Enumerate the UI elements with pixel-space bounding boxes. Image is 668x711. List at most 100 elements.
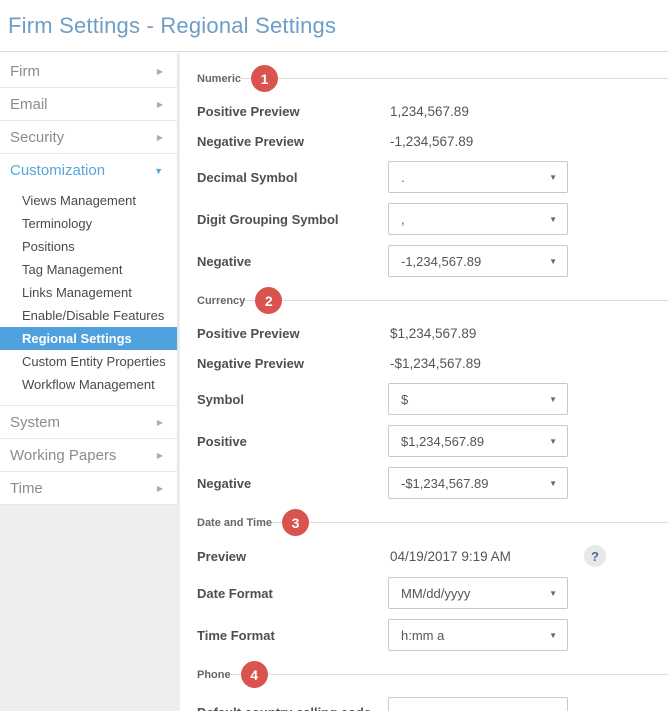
step-number-badge: 4 — [241, 661, 268, 688]
chevron-right-icon: ▶ — [157, 484, 163, 493]
positive-select[interactable]: $1,234,567.89 ▼ — [388, 425, 568, 457]
chevron-down-icon: ▼ — [549, 395, 557, 404]
form-row: Digit Grouping Symbol , ▼ — [197, 203, 668, 235]
form-row: Positive Preview $1,234,567.89 — [197, 323, 668, 343]
form-row: Negative Preview -1,234,567.89 — [197, 131, 668, 151]
field-label: Negative — [197, 254, 388, 269]
section-numeric: Numeric 1 Positive Preview 1,234,567.89 … — [197, 65, 668, 277]
sidebar-item-firm[interactable]: Firm ▶ — [0, 55, 177, 88]
chevron-right-icon: ▶ — [157, 133, 163, 142]
select-value: -1,234,567.89 — [401, 254, 481, 269]
default-country-calling-code-input[interactable] — [388, 697, 568, 711]
sidebar-subnav: Views ManagementTerminologyPositionsTag … — [0, 187, 177, 406]
chevron-down-icon: ▼ — [154, 166, 163, 176]
step-number-badge: 1 — [251, 65, 278, 92]
sidebar-item-links-management[interactable]: Links Management — [0, 281, 177, 304]
sidebar-rail: Firm ▶ Email ▶ Security ▶ Customization … — [0, 53, 180, 711]
negative-select[interactable]: -$1,234,567.89 ▼ — [388, 467, 568, 499]
chevron-down-icon: ▼ — [549, 257, 557, 266]
field-label: Decimal Symbol — [197, 170, 388, 185]
step-number-badge: 3 — [282, 509, 309, 536]
step-number-badge: 2 — [255, 287, 282, 314]
section-header: Date and Time 3 — [197, 509, 668, 536]
sidebar-item-tag-management[interactable]: Tag Management — [0, 258, 177, 281]
section-rows: Positive Preview $1,234,567.89 Negative … — [197, 323, 668, 499]
section-legend: Numeric — [197, 73, 241, 85]
sidebar-item-label: Security — [10, 129, 64, 146]
section-header: Currency 2 — [197, 287, 668, 314]
form-row: Time Format h:mm a ▼ — [197, 619, 668, 651]
section-legend: Currency — [197, 295, 245, 307]
form-row: Date Format MM/dd/yyyy ▼ — [197, 577, 668, 609]
sidebar-item-label: Customization — [10, 162, 105, 179]
field-label: Digit Grouping Symbol — [197, 212, 388, 227]
field-label: Preview — [197, 549, 388, 564]
decimal-symbol-select[interactable]: . ▼ — [388, 161, 568, 193]
date-format-select[interactable]: MM/dd/yyyy ▼ — [388, 577, 568, 609]
time-format-select[interactable]: h:mm a ▼ — [388, 619, 568, 651]
form-row: Default country calling code — [197, 697, 668, 711]
form-row: Preview 04/19/2017 9:19 AM ? — [197, 545, 668, 567]
sidebar-item-positions[interactable]: Positions — [0, 235, 177, 258]
form-row: Symbol $ ▼ — [197, 383, 668, 415]
negative-preview-value: -1,234,567.89 — [388, 134, 576, 149]
chevron-down-icon: ▼ — [549, 589, 557, 598]
select-value: h:mm a — [401, 628, 444, 643]
sidebar-item-working-papers[interactable]: Working Papers ▶ — [0, 439, 177, 472]
section-rows: Default country calling code — [197, 697, 668, 711]
section-date-and-time: Date and Time 3 Preview 04/19/2017 9:19 … — [197, 509, 668, 651]
positive-preview-value: $1,234,567.89 — [388, 326, 576, 341]
chevron-right-icon: ▶ — [157, 67, 163, 76]
field-label: Date Format — [197, 586, 388, 601]
section-divider-line — [268, 674, 668, 675]
settings-form: Numeric 1 Positive Preview 1,234,567.89 … — [180, 53, 668, 711]
section-divider-line — [309, 522, 668, 523]
digit-grouping-symbol-select[interactable]: , ▼ — [388, 203, 568, 235]
legend-dash — [245, 300, 255, 301]
page-title: Firm Settings - Regional Settings — [0, 0, 668, 39]
sidebar-item-time[interactable]: Time ▶ — [0, 472, 177, 505]
firm-settings-page: Firm Settings - Regional Settings Firm ▶… — [0, 0, 668, 711]
sidebar-item-label: Time — [10, 480, 43, 497]
field-label: Positive Preview — [197, 326, 388, 341]
sidebar-item-system[interactable]: System ▶ — [0, 406, 177, 439]
symbol-select[interactable]: $ ▼ — [388, 383, 568, 415]
field-label: Time Format — [197, 628, 388, 643]
sidebar-item-label: Working Papers — [10, 447, 116, 464]
chevron-right-icon: ▶ — [157, 100, 163, 109]
negative-preview-value: -$1,234,567.89 — [388, 356, 576, 371]
sidebar-item-custom-entity-properties[interactable]: Custom Entity Properties — [0, 350, 177, 373]
section-currency: Currency 2 Positive Preview $1,234,567.8… — [197, 287, 668, 499]
sidebar-item-customization[interactable]: Customization ▼ — [0, 154, 177, 187]
section-legend: Phone — [197, 669, 231, 681]
form-row: Negative Preview -$1,234,567.89 — [197, 353, 668, 373]
help-icon[interactable]: ? — [584, 545, 606, 567]
section-header: Numeric 1 — [197, 65, 668, 92]
chevron-right-icon: ▶ — [157, 418, 163, 427]
sidebar: Firm ▶ Email ▶ Security ▶ Customization … — [0, 53, 178, 505]
section-divider-line — [282, 300, 668, 301]
preview-value: 04/19/2017 9:19 AM — [388, 549, 576, 564]
field-label: Default country calling code — [197, 705, 388, 711]
legend-dash — [231, 674, 241, 675]
chevron-down-icon: ▼ — [549, 215, 557, 224]
chevron-down-icon: ▼ — [549, 479, 557, 488]
sidebar-item-label: Email — [10, 96, 48, 113]
field-label: Negative Preview — [197, 134, 388, 149]
sidebar-item-label: Firm — [10, 63, 40, 80]
page-header: Firm Settings - Regional Settings — [0, 0, 668, 52]
field-label: Negative — [197, 476, 388, 491]
form-row: Positive $1,234,567.89 ▼ — [197, 425, 668, 457]
sidebar-item-regional-settings[interactable]: Regional Settings — [0, 327, 177, 350]
sidebar-item-email[interactable]: Email ▶ — [0, 88, 177, 121]
sidebar-item-views-management[interactable]: Views Management — [0, 189, 177, 212]
form-row: Positive Preview 1,234,567.89 — [197, 101, 668, 121]
sidebar-item-terminology[interactable]: Terminology — [0, 212, 177, 235]
negative-select[interactable]: -1,234,567.89 ▼ — [388, 245, 568, 277]
chevron-down-icon: ▼ — [549, 173, 557, 182]
form-row: Negative -1,234,567.89 ▼ — [197, 245, 668, 277]
sidebar-item-enable-disable-features[interactable]: Enable/Disable Features — [0, 304, 177, 327]
sidebar-item-security[interactable]: Security ▶ — [0, 121, 177, 154]
sidebar-item-workflow-management[interactable]: Workflow Management — [0, 373, 177, 396]
legend-dash — [241, 78, 251, 79]
